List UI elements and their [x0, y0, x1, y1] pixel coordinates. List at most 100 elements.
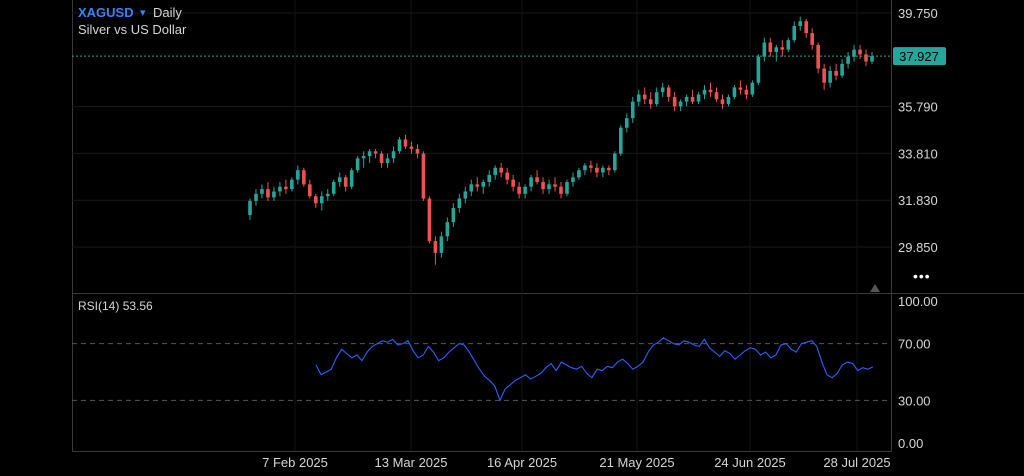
rsi-tick-label: 30.00 [898, 393, 931, 408]
candle-body [379, 153, 384, 164]
candle-body [672, 96, 677, 107]
candle-body [463, 191, 468, 199]
last-price-badge: 37.927 [893, 47, 946, 66]
candle-body [798, 21, 803, 26]
candle-body [367, 151, 372, 156]
price-tick-label: 29.850 [898, 240, 938, 255]
candle [613, 151, 617, 173]
candle-body [852, 49, 856, 57]
candle-body [858, 49, 862, 55]
candle-body [260, 189, 264, 194]
candle-body [457, 198, 462, 208]
candle-body [846, 56, 850, 64]
candle-body [768, 42, 773, 52]
candle-body [834, 70, 838, 76]
candle-body [475, 184, 480, 187]
candle-body [511, 179, 515, 187]
timeframe-label[interactable]: Daily [153, 5, 182, 21]
candle-body [726, 96, 731, 104]
candle-body [319, 196, 324, 204]
candle-body [272, 191, 276, 198]
candle-body [822, 68, 826, 83]
candle-body [690, 96, 695, 102]
candle-body [786, 40, 791, 50]
candle-body [595, 167, 599, 173]
rsi-tick-label: 0.00 [898, 436, 923, 451]
candle-body [427, 198, 432, 242]
candle-body [732, 87, 737, 97]
candle-body [559, 186, 563, 194]
candle-body [571, 177, 575, 182]
candle-body [481, 182, 486, 187]
time-tick-label: 16 Apr 2025 [487, 455, 557, 470]
candle-body [630, 101, 635, 119]
candle-body [296, 170, 300, 180]
candle-body [613, 153, 617, 171]
candle-body [547, 184, 551, 190]
candle-body [290, 179, 294, 190]
more-dots-icon[interactable]: ••• [913, 268, 931, 284]
candle-body [684, 96, 689, 102]
candle-body [624, 118, 629, 128]
candle-body [451, 208, 456, 223]
candle-body [361, 156, 366, 159]
candle-body [780, 47, 785, 50]
candle-body [565, 182, 569, 194]
price-tick-label: 33.810 [898, 146, 938, 161]
candle-body [445, 222, 450, 237]
candle [565, 179, 569, 197]
candle-body [391, 151, 396, 159]
candle-body [325, 193, 330, 197]
rsi-tick-label: 100.00 [898, 294, 938, 309]
triangle-down-icon[interactable]: ▾ [140, 5, 146, 21]
candle-body [678, 101, 683, 107]
candle-body [505, 172, 509, 180]
time-tick-label: 13 Mar 2025 [375, 455, 448, 470]
candle-body [738, 87, 743, 90]
candle-body [840, 63, 844, 76]
candle-body [254, 193, 258, 201]
candle-body [654, 92, 659, 104]
candle-body [403, 139, 408, 147]
candle-body [589, 165, 593, 168]
candle-body [493, 167, 498, 175]
candle-body [302, 170, 306, 185]
last-price-value: 37.927 [899, 49, 939, 64]
candle [397, 137, 402, 154]
candle-body [433, 241, 438, 253]
candle-body [517, 186, 521, 194]
candle-body [343, 177, 348, 187]
candle-body [720, 99, 725, 104]
chart-svg: 39.750 35.790 33.810 31.830 29.850 37.927 10… [0, 0, 1024, 471]
candle [619, 125, 623, 156]
candle [302, 167, 306, 187]
candle-body [762, 42, 767, 57]
candle-body [373, 151, 378, 154]
candle-body [660, 87, 665, 93]
candle-body [331, 182, 336, 194]
candle-body [385, 158, 390, 164]
candle [750, 80, 755, 97]
candle-body [577, 170, 581, 178]
candle-body [535, 177, 539, 182]
candle-body [744, 89, 749, 95]
candle-body [666, 87, 671, 97]
candle-body [714, 92, 719, 100]
candle-body [278, 186, 282, 192]
candle [355, 156, 360, 173]
candle-body [248, 200, 252, 216]
candle-body [415, 148, 420, 154]
candle-body [642, 94, 647, 100]
candle [427, 196, 432, 244]
candle-body [804, 21, 809, 34]
candle-body [816, 44, 820, 69]
candle-body [313, 196, 318, 204]
rsi-legend[interactable]: RSI(14) 53.56 [78, 298, 153, 314]
candle-body [708, 89, 713, 93]
candle-body [607, 167, 611, 171]
symbol-label[interactable]: XAGUSD [78, 5, 134, 21]
candle-body [439, 236, 444, 253]
price-tick-label: 31.830 [898, 193, 938, 208]
rsi-value: 53.56 [122, 299, 153, 313]
candle-body [864, 54, 868, 62]
